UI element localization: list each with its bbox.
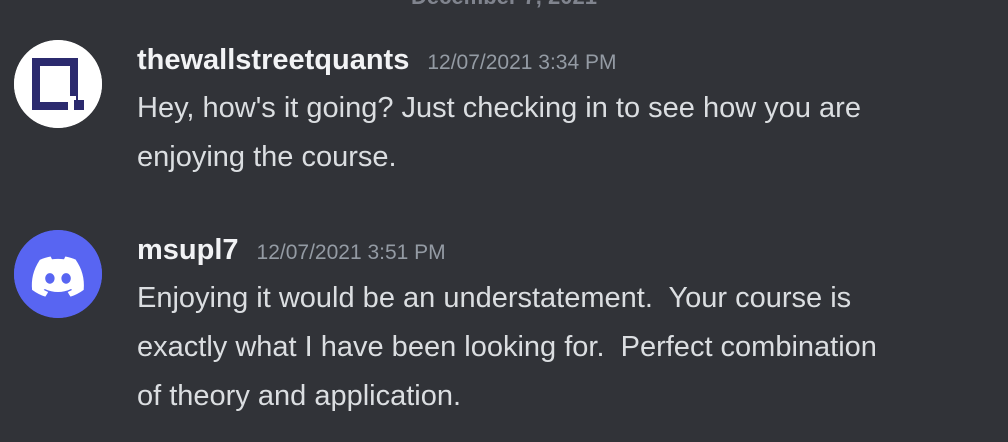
message-line: Enjoying it would be an understatement. … — [137, 282, 852, 314]
message-text: Enjoying it would be an understatement. … — [137, 274, 1000, 421]
username[interactable]: thewallstreetquants — [137, 38, 409, 82]
message-content: thewallstreetquants 12/07/2021 3:34 PM H… — [137, 38, 1000, 182]
date-divider-label: December 7, 2021 — [401, 0, 607, 12]
message-line: Hey, how's it going? Just checking in to… — [137, 92, 861, 124]
timestamp: 12/07/2021 3:51 PM — [256, 241, 446, 264]
chat-message-list: December 7, 2021 thewallstreetquants 12/… — [0, 0, 1008, 442]
avatar[interactable] — [14, 230, 102, 318]
message-text: Hey, how's it going? Just checking in to… — [137, 84, 1000, 182]
message-content: msupl7 12/07/2021 3:51 PM Enjoying it wo… — [137, 228, 1000, 421]
avatar[interactable] — [14, 40, 102, 128]
date-divider: December 7, 2021 — [0, 0, 1008, 12]
message-line: enjoying the course. — [137, 141, 397, 173]
timestamp: 12/07/2021 3:34 PM — [427, 51, 617, 74]
message-line: exactly what I have been looking for. Pe… — [137, 331, 877, 363]
username[interactable]: msupl7 — [137, 228, 239, 272]
square-bracket-logo-icon — [14, 40, 102, 128]
message-line: of theory and application. — [137, 380, 462, 412]
discord-logo-icon — [14, 230, 102, 318]
message-header: msupl7 12/07/2021 3:51 PM — [137, 228, 1000, 272]
message-header: thewallstreetquants 12/07/2021 3:34 PM — [137, 38, 1000, 82]
